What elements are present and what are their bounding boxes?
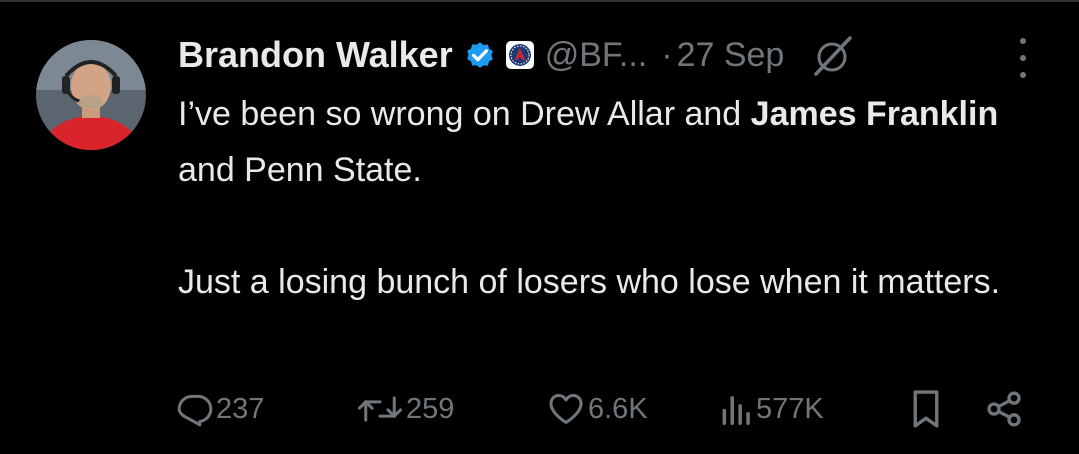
bookmark-button[interactable]	[910, 384, 942, 434]
divider	[0, 0, 1079, 2]
reply-button[interactable]: 237	[176, 384, 264, 434]
tweet-text: I’ve been so wrong on Drew Allar and Jam…	[178, 86, 1058, 310]
grok-icon[interactable]	[810, 32, 856, 78]
action-bar: 237 259 6.6K 577K	[0, 384, 1079, 434]
share-icon	[987, 391, 1021, 427]
reply-icon	[177, 394, 213, 427]
bold-mention: James Franklin	[750, 95, 999, 133]
like-button[interactable]: 6.6K	[546, 384, 648, 434]
tweet-paragraph-1: I’ve been so wrong on Drew Allar and Jam…	[178, 95, 999, 189]
repost-icon	[357, 396, 403, 422]
views-button[interactable]: 577K	[720, 384, 824, 434]
more-icon[interactable]	[1010, 38, 1036, 78]
affiliate-badge-icon[interactable]	[505, 40, 535, 70]
like-count: 6.6K	[588, 392, 648, 425]
repost-button[interactable]: 259	[356, 384, 454, 434]
tweet-header: Brandon Walker @BF... · 27 Sep	[178, 30, 856, 80]
views-icon	[722, 396, 750, 425]
verified-badge-icon[interactable]	[463, 38, 497, 72]
repost-count: 259	[406, 392, 455, 425]
timestamp[interactable]: 27 Sep	[677, 36, 785, 75]
tweet-paragraph-2: Just a losing bunch of losers who lose w…	[178, 263, 1001, 301]
bookmark-icon	[913, 390, 939, 428]
author-handle[interactable]: @BF...	[545, 36, 648, 75]
author-name[interactable]: Brandon Walker	[178, 34, 453, 76]
like-icon	[549, 394, 583, 424]
tweet[interactable]: Brandon Walker @BF... · 27 Sep I’ve been…	[0, 0, 1079, 454]
separator-dot: ·	[661, 35, 673, 74]
avatar[interactable]	[36, 40, 146, 150]
reply-count: 237	[216, 392, 265, 425]
views-count: 577K	[756, 392, 824, 425]
share-button[interactable]	[984, 384, 1024, 434]
